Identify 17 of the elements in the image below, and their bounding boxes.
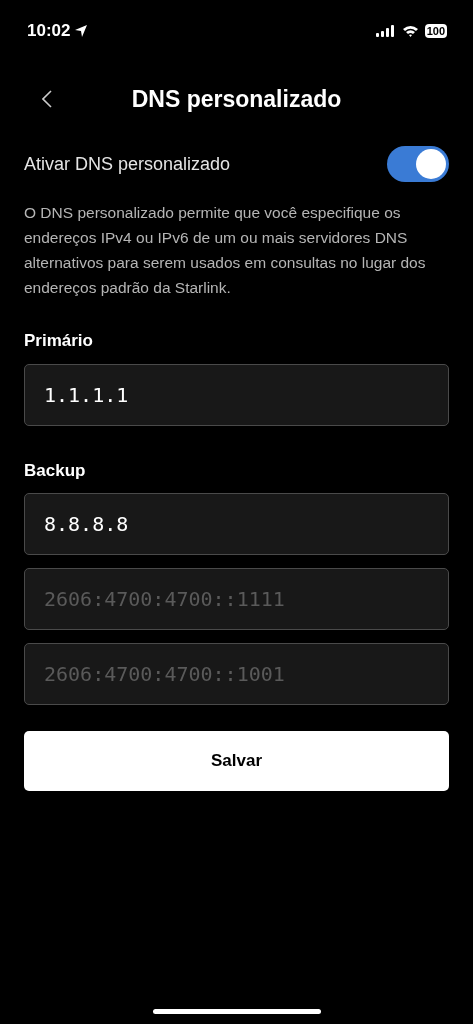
page-title: DNS personalizado xyxy=(131,84,342,114)
toggle-switch[interactable] xyxy=(387,146,449,182)
status-time: 10:02 xyxy=(27,20,71,43)
input-field[interactable]: 1.1.1.1 xyxy=(24,363,449,426)
description-text: O DNS personalizado permite que você especifique os endereços IPv4 ou IPv6 de um ou mais servidores DNS alternativos para serem usados em consultas no lugar dos endereços padrão da Starlink. xyxy=(24,203,427,298)
input-field[interactable]: 8.8.8.8 xyxy=(24,493,449,555)
input-field[interactable]: 2606:4700:4700::1001 xyxy=(24,643,449,705)
save-button[interactable]: Salvar xyxy=(24,731,449,791)
wifi-icon xyxy=(401,25,419,37)
location-arrow-icon xyxy=(74,24,89,38)
field-label: Backup xyxy=(24,459,87,482)
toggle-label: Ativar DNS personalizado xyxy=(24,152,231,176)
input-field[interactable]: 2606:4700:4700::1111 xyxy=(24,568,449,630)
field-label: Primário xyxy=(24,330,94,352)
back-icon[interactable] xyxy=(42,90,52,108)
battery-indicator: 100 xyxy=(424,24,447,38)
signal-icon xyxy=(375,25,396,37)
